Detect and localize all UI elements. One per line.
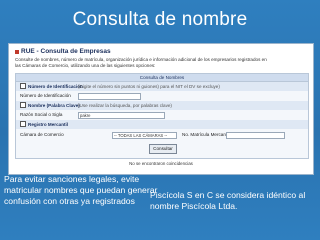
caption-right: Piscícola S en C se considera idéntico a… (150, 190, 306, 211)
chamber-select[interactable]: -- TODAS LAS CÁMARAS -- (112, 131, 177, 139)
id-row: Número de Identificación (16, 91, 308, 100)
app-description: Consulte de nombres, número de matrícula… (15, 57, 267, 68)
id-input[interactable] (78, 92, 141, 100)
id-label: Número de Identificación (20, 93, 71, 98)
caption-left: Para evitar sanciones legales, evite mat… (4, 174, 158, 206)
section-registry[interactable]: Registro Mercantil (16, 120, 308, 129)
checkbox-icon[interactable] (20, 101, 26, 108)
chamber-label: Cámara de Comercio (20, 132, 64, 137)
section-registry-label: Registro Mercantil (28, 122, 69, 127)
section-id[interactable]: Número de Identificación (Digite el núme… (16, 82, 308, 91)
checkbox-icon[interactable] (20, 120, 26, 127)
checkbox-icon[interactable] (20, 82, 26, 89)
registry-row: Cámara de Comercio -- TODAS LAS CÁMARAS … (16, 130, 308, 139)
name-input[interactable]: pakre (78, 111, 165, 119)
section-name[interactable]: Nombre (Palabra Clave) (Use realizar la … (16, 101, 308, 110)
section-id-label: Número de Identificación (28, 84, 83, 89)
app-screenshot: RUE - Consulta de Empresas Consulte de n… (8, 43, 314, 175)
name-row: Razón Social o Sigla pakre (16, 110, 308, 119)
search-form: Consulta de Nombres Número de Identifica… (15, 73, 309, 159)
section-id-hint: (Digite el número sin puntos ni guiones)… (78, 84, 220, 89)
no-results-message: No se encontraron coincidencias (129, 161, 193, 166)
name-label: Razón Social o Sigla (20, 112, 63, 117)
slide-title: Consulta de nombre (72, 9, 248, 30)
section-name-label: Nombre (Palabra Clave) (28, 103, 80, 108)
bullet-icon (15, 49, 19, 54)
matricula-input[interactable] (226, 131, 285, 139)
consult-button[interactable]: Consultar (149, 144, 177, 154)
section-name-hint: (Use realizar la búsqueda, por palabras … (78, 103, 172, 108)
matricula-label: No. Matrícula Mercantil (182, 132, 230, 137)
app-title: RUE - Consulta de Empresas (15, 48, 307, 55)
app-header: RUE - Consulta de Empresas Consulte de n… (15, 48, 307, 68)
form-header: Consulta de Nombres (16, 74, 308, 82)
app-title-text: RUE - Consulta de Empresas (21, 48, 111, 55)
